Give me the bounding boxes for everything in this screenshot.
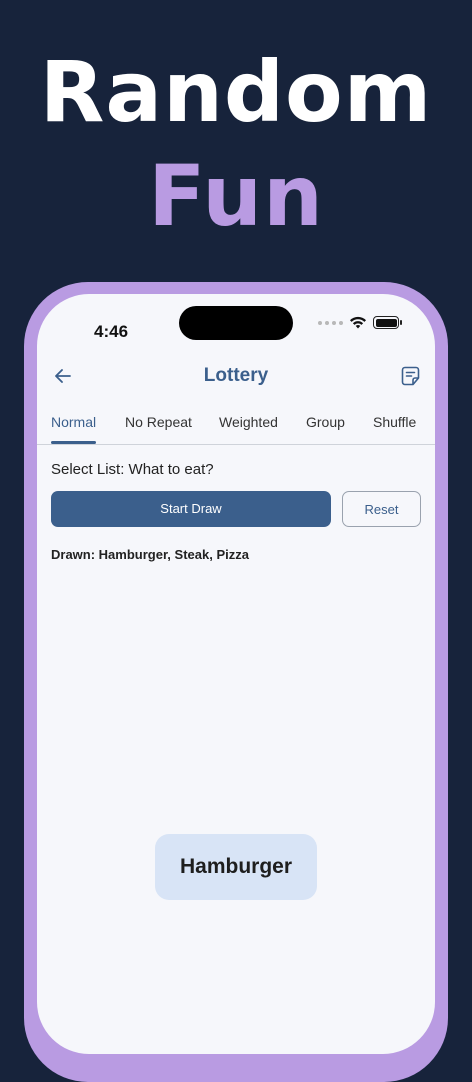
phone-screen: 4:46 Lottery Normal No Repeat Weighted G…	[37, 294, 435, 1054]
note-icon[interactable]	[399, 364, 423, 388]
tab-shuffle[interactable]: Shuffle	[373, 414, 416, 430]
status-icons	[318, 316, 402, 329]
wifi-icon	[350, 316, 366, 329]
dynamic-island	[179, 306, 293, 340]
tab-normal[interactable]: Normal	[51, 414, 96, 430]
page-title: Lottery	[203, 365, 269, 386]
hero-title-line2: Fun	[148, 147, 324, 245]
drawn-history: Drawn: Hamburger, Steak, Pizza	[51, 547, 249, 562]
tab-group[interactable]: Group	[306, 414, 345, 430]
select-list-label[interactable]: Select List: What to eat?	[51, 461, 214, 478]
tab-indicator	[51, 441, 96, 444]
tab-weighted[interactable]: Weighted	[219, 414, 278, 430]
status-time: 4:46	[94, 322, 129, 341]
mode-tabs: Normal No Repeat Weighted Group Shuffle	[37, 404, 435, 445]
result-card: Hamburger	[155, 834, 317, 900]
reset-button[interactable]: Reset	[342, 491, 421, 527]
tab-no-repeat[interactable]: No Repeat	[125, 414, 192, 430]
battery-icon	[373, 316, 402, 329]
signal-icon	[318, 320, 343, 325]
hero-title-line1: Random	[39, 43, 433, 141]
start-draw-button[interactable]: Start Draw	[51, 491, 331, 527]
